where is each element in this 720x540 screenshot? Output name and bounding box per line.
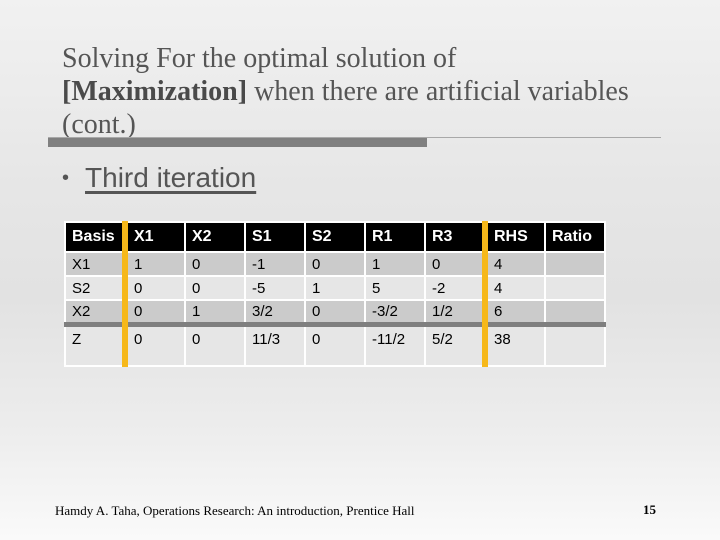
cell: -5 [244,275,306,301]
cell: 1 [122,251,186,277]
header-r3: R3 [424,221,486,253]
title-line-3: (cont.) [62,109,136,140]
cell: -1 [244,251,306,277]
cell: 0 [184,321,246,367]
header-r1: R1 [364,221,426,253]
header-x1: X1 [122,221,186,253]
bullet-icon: • [62,166,70,189]
cell: 1 [184,299,246,325]
cell: 5 [364,275,426,301]
cell-rhs: 38 [482,321,546,367]
cell: -11/2 [364,321,426,367]
title-line-2: when there are artificial variables [247,76,629,107]
cell-ratio [544,275,606,301]
cell-rhs: 4 [482,275,546,301]
citation-footer: Hamdy A. Taha, Operations Research: An i… [55,503,415,518]
cell: 0 [304,299,366,325]
table-row: S2 0 0 -5 1 5 -2 4 [64,275,606,301]
title-emphasis: [Maximization] [62,76,248,107]
cell: -2 [424,275,486,301]
cell: 0 [122,275,186,301]
cell: 3/2 [244,299,306,325]
objective-row: Z 0 0 11/3 0 -11/2 5/2 38 [64,321,606,367]
header-basis: Basis [64,221,126,253]
header-ratio: Ratio [544,221,606,253]
cell: 1 [364,251,426,277]
cell-ratio [544,251,606,277]
cell: 0 [184,251,246,277]
header-s1: S1 [244,221,306,253]
cell-basis: Z [64,321,126,367]
simplex-tableau: Basis X1 X2 S1 S2 R1 R3 RHS Ratio X1 1 0… [64,221,606,367]
cell-basis: X1 [64,251,126,277]
bullet-item: • Third iteration [62,162,256,194]
cell: 0 [184,275,246,301]
tableau-header-row: Basis X1 X2 S1 S2 R1 R3 RHS Ratio [64,221,606,253]
cell: 0 [304,251,366,277]
title-line-1: Solving For the optimal solution of [62,43,457,74]
table-row: X1 1 0 -1 0 1 0 4 [64,251,606,277]
cell: 5/2 [424,321,486,367]
cell: 0 [122,321,186,367]
cell: 1/2 [424,299,486,325]
header-rhs: RHS [482,221,546,253]
page-number: 15 [643,502,656,517]
cell: 0 [122,299,186,325]
cell: 1 [304,275,366,301]
cell-basis: S2 [64,275,126,301]
slide-title: Solving For the optimal solution of [Max… [62,42,682,141]
header-x2: X2 [184,221,246,253]
cell: 11/3 [244,321,306,367]
cell-ratio [544,299,606,325]
cell-basis: X2 [64,299,126,325]
table-row: X2 0 1 3/2 0 -3/2 1/2 6 [64,299,606,325]
cell: 0 [304,321,366,367]
header-s2: S2 [304,221,366,253]
cell: 0 [424,251,486,277]
bullet-text: Third iteration [85,162,257,193]
title-divider-thick [48,138,427,147]
cell-rhs: 6 [482,299,546,325]
cell: -3/2 [364,299,426,325]
cell-ratio [544,321,606,367]
cell-rhs: 4 [482,251,546,277]
